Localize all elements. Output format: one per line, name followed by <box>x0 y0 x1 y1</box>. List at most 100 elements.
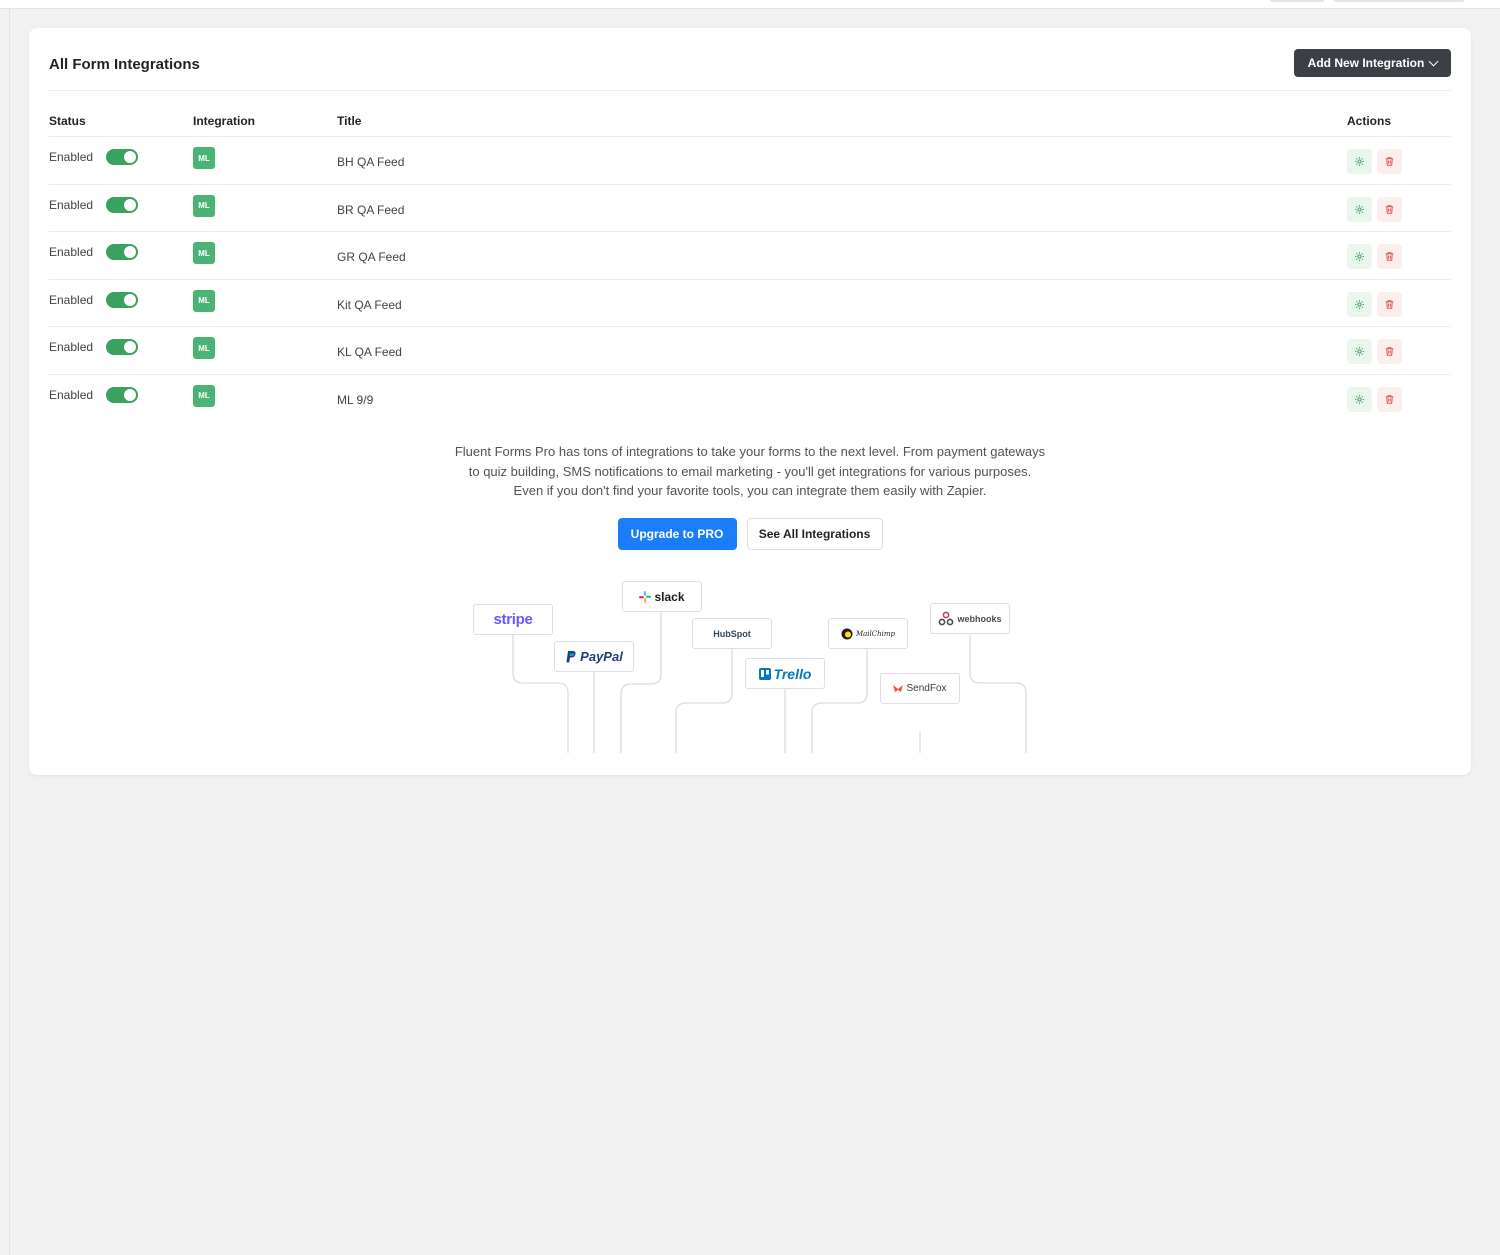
promo-line: to quiz building, SMS notifications to e… <box>468 463 1032 479</box>
promo-buttons: Upgrade to PRO See All Integrations <box>29 518 1471 550</box>
settings-button[interactable] <box>1347 291 1372 317</box>
trash-icon <box>1384 346 1395 357</box>
gear-icon <box>1354 156 1365 167</box>
slack-logo-text: slack <box>654 589 685 604</box>
sendfox-icon <box>893 684 904 692</box>
gear-icon <box>1354 251 1365 262</box>
slack-logo: slack <box>622 581 702 612</box>
mailerlite-badge-icon: ML <box>193 147 215 169</box>
integration-title: BR QA Feed <box>337 202 405 217</box>
column-header-integration: Integration <box>193 114 255 128</box>
add-new-integration-label: Add New Integration <box>1307 56 1425 70</box>
sendfox-logo: SendFox <box>880 673 960 704</box>
toggle-knob <box>124 151 136 163</box>
settings-button[interactable] <box>1347 149 1372 174</box>
paypal-logo: PayPal <box>554 641 634 672</box>
integration-title: ML 9/9 <box>337 392 374 407</box>
add-new-integration-button[interactable]: Add New Integration <box>1294 49 1451 77</box>
status-text: Enabled <box>49 340 94 355</box>
integration-logos-illustration: stripe PayPal slack HubSpot Trello MailC… <box>29 573 1471 753</box>
table-row: Enabled ML BR QA Feed <box>49 185 1451 233</box>
mailerlite-badge-icon: ML <box>193 289 215 312</box>
mailerlite-badge-icon: ML <box>193 384 215 407</box>
trash-icon <box>1384 394 1395 405</box>
trash-icon <box>1384 156 1395 167</box>
toggle-knob <box>124 341 136 354</box>
top-bar-button-stub[interactable] <box>1270 0 1324 2</box>
table-row: Enabled ML KL QA Feed <box>49 327 1451 375</box>
mailchimp-logo: MailChimp <box>828 618 908 649</box>
delete-button[interactable] <box>1377 339 1402 365</box>
status-toggle[interactable] <box>106 149 138 165</box>
webhooks-icon <box>939 611 954 625</box>
promo-line: Fluent Forms Pro has tons of integration… <box>454 444 1046 459</box>
status-text: Enabled <box>49 292 94 307</box>
gear-icon <box>1354 394 1365 405</box>
table-row: Enabled ML Kit QA Feed <box>49 280 1451 328</box>
table-body: Enabled ML BH QA Feed Enabled ML BR QA Feed En… <box>49 137 1451 423</box>
delete-button[interactable] <box>1377 291 1402 317</box>
top-admin-bar <box>0 0 1500 9</box>
status-toggle[interactable] <box>106 386 138 403</box>
status-toggle[interactable] <box>106 339 138 356</box>
delete-button[interactable] <box>1377 196 1402 222</box>
hubspot-logo: HubSpot <box>692 618 772 649</box>
see-all-integrations-button[interactable]: See All Integrations <box>746 518 883 550</box>
status-text: Enabled <box>49 197 94 212</box>
webhooks-logo: webhooks <box>930 603 1010 634</box>
gear-icon <box>1354 204 1365 215</box>
top-bar-button-stub[interactable] <box>1334 0 1464 2</box>
chevron-down-icon <box>1428 56 1439 66</box>
integration-title: Kit QA Feed <box>337 297 402 312</box>
gear-icon <box>1354 346 1365 357</box>
webhooks-logo-text: webhooks <box>957 613 1002 624</box>
mailerlite-badge-icon: ML <box>193 337 215 360</box>
column-header-status: Status <box>49 114 86 128</box>
status-toggle[interactable] <box>106 291 138 308</box>
toggle-knob <box>124 388 136 401</box>
column-header-actions: Actions <box>1347 114 1392 128</box>
integration-title: BH QA Feed <box>337 155 405 169</box>
promo-line: Even if you don't find your favorite too… <box>513 483 987 498</box>
upgrade-to-pro-button[interactable]: Upgrade to PRO <box>617 518 737 550</box>
sidebar-divider <box>9 9 10 1255</box>
trash-icon <box>1384 251 1395 262</box>
mailerlite-badge-icon: ML <box>193 242 215 265</box>
delete-button[interactable] <box>1377 149 1402 174</box>
settings-button[interactable] <box>1347 196 1372 222</box>
status-text: Enabled <box>49 245 94 260</box>
slack-icon <box>639 590 652 603</box>
mailchimp-icon <box>841 628 853 639</box>
trello-logo: Trello <box>745 658 825 689</box>
integration-title: KL QA Feed <box>337 345 402 360</box>
settings-button[interactable] <box>1347 386 1372 412</box>
status-text: Enabled <box>49 150 94 164</box>
trello-icon <box>758 667 771 680</box>
table-row: Enabled ML BH QA Feed <box>49 137 1451 185</box>
trash-icon <box>1384 299 1395 310</box>
page-title: All Form Integrations <box>49 56 200 73</box>
status-text: Enabled <box>49 387 94 402</box>
column-header-title: Title <box>337 114 362 128</box>
table-header: Status Integration Title Actions <box>49 114 1451 137</box>
delete-button[interactable] <box>1377 386 1402 412</box>
paypal-icon <box>566 650 576 662</box>
trello-logo-text: Trello <box>773 665 812 682</box>
delete-button[interactable] <box>1377 244 1402 270</box>
toggle-knob <box>124 293 136 306</box>
paypal-logo-text: PayPal <box>580 649 623 664</box>
trash-icon <box>1384 204 1395 215</box>
toggle-knob <box>124 198 136 211</box>
table-row: Enabled ML GR QA Feed <box>49 232 1451 280</box>
settings-button[interactable] <box>1347 244 1372 270</box>
sendfox-logo-text: SendFox <box>906 683 947 694</box>
pro-promo-text: Fluent Forms Pro has tons of integration… <box>29 442 1471 501</box>
status-toggle[interactable] <box>106 196 138 213</box>
integrations-card: All Form Integrations Add New Integratio… <box>29 28 1471 775</box>
gear-icon <box>1354 299 1365 310</box>
mailchimp-logo-text: MailChimp <box>855 629 896 638</box>
integrations-table: Status Integration Title Actions Enabled… <box>49 114 1451 423</box>
status-toggle[interactable] <box>106 244 138 261</box>
settings-button[interactable] <box>1347 339 1372 365</box>
mailerlite-badge-icon: ML <box>193 194 215 217</box>
